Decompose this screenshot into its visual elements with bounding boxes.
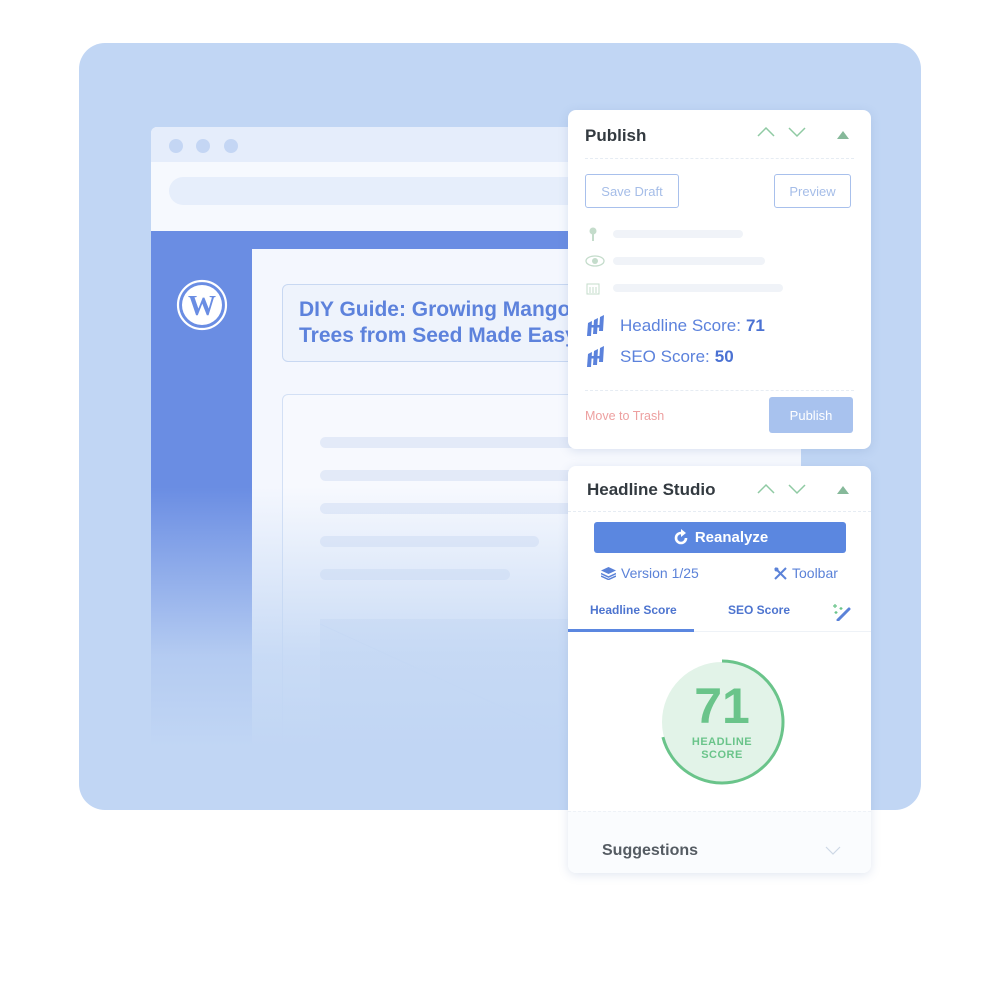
coschedule-logo-icon	[587, 315, 604, 336]
headline-score-gauge: 71 HEADLINE SCORE	[658, 658, 786, 786]
publish-button[interactable]: Publish	[769, 397, 853, 433]
headline-score-caption: HEADLINE SCORE	[658, 736, 786, 762]
window-dot-minimize[interactable]	[196, 139, 210, 153]
tab-seo-score[interactable]: SEO Score	[728, 603, 790, 617]
schedule-placeholder	[613, 284, 783, 292]
eye-icon	[585, 255, 605, 267]
seo-score-value: 50	[714, 347, 734, 366]
divider	[568, 511, 871, 512]
suggestions-accordion[interactable]: Suggestions	[568, 811, 871, 873]
headline-studio-panel: Headline Studio Reanalyze Version 1/25 T…	[568, 466, 871, 873]
tab-headline-score[interactable]: Headline Score	[590, 603, 677, 617]
coschedule-logo-icon	[587, 346, 604, 367]
suggestions-label: Suggestions	[602, 842, 699, 859]
window-dot-close[interactable]	[169, 139, 183, 153]
svg-text:W: W	[188, 291, 216, 322]
caption-line-2: SCORE	[701, 749, 743, 761]
reanalyze-label: Reanalyze	[694, 529, 769, 546]
reanalyze-button[interactable]: Reanalyze	[594, 522, 846, 553]
tools-icon	[774, 566, 787, 580]
window-dot-maximize[interactable]	[224, 139, 238, 153]
caption-line-1: HEADLINE	[691, 736, 753, 748]
preview-button[interactable]: Preview	[774, 174, 851, 208]
version-label: Version 1/25	[621, 565, 699, 581]
toolbar-label: Toolbar	[792, 565, 838, 581]
chevron-down-icon[interactable]	[825, 846, 841, 856]
layers-icon	[601, 566, 616, 580]
publish-panel-header: Publish	[568, 110, 871, 159]
triangle-toggle-icon[interactable]	[836, 485, 850, 499]
visibility-placeholder	[613, 257, 765, 265]
chevron-down-icon[interactable]	[787, 126, 807, 140]
move-to-trash-link[interactable]: Move to Trash	[585, 409, 664, 423]
wordpress-logo-icon[interactable]: W	[176, 279, 228, 331]
publish-panel: Publish Save Draft Preview Headline Scor…	[568, 110, 871, 449]
triangle-toggle-icon[interactable]	[836, 130, 850, 144]
headline-score-label: Headline Score:	[620, 316, 741, 335]
headline-studio-header: Headline Studio	[568, 466, 871, 515]
chevron-down-icon[interactable]	[787, 483, 807, 497]
key-icon	[589, 227, 597, 241]
seo-score-label: SEO Score:	[620, 347, 710, 366]
magic-wand-icon[interactable]	[832, 603, 852, 621]
headline-studio-title: Headline Studio	[587, 480, 716, 499]
chevron-up-icon[interactable]	[756, 483, 776, 497]
calendar-icon	[586, 283, 600, 295]
seo-score-row: SEO Score: 50	[586, 345, 734, 369]
divider	[585, 158, 854, 159]
divider	[585, 390, 854, 391]
active-tab-indicator	[568, 629, 694, 632]
status-placeholder	[613, 230, 743, 238]
headline-score-number: 71	[694, 678, 750, 734]
refresh-icon	[674, 528, 688, 544]
headline-score-row: Headline Score: 71	[586, 314, 765, 338]
chevron-up-icon[interactable]	[756, 126, 776, 140]
publish-panel-title: Publish	[585, 126, 647, 145]
save-draft-button[interactable]: Save Draft	[585, 174, 679, 208]
version-selector[interactable]: Version 1/25	[601, 565, 699, 581]
toolbar-link[interactable]: Toolbar	[774, 565, 838, 581]
headline-score-value: 71	[745, 316, 765, 335]
